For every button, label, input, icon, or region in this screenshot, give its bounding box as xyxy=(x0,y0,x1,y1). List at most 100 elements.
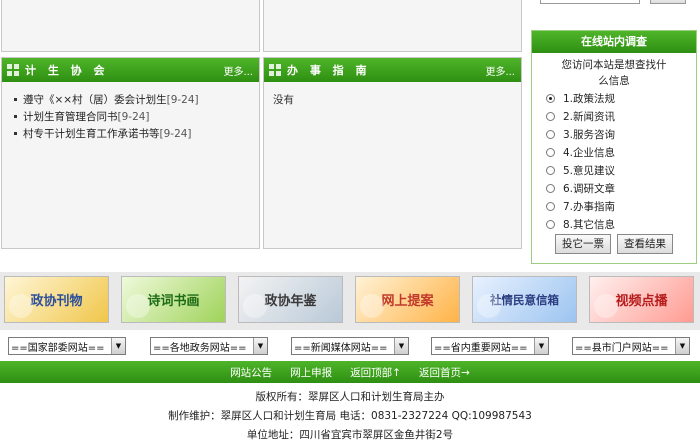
survey-option[interactable]: 2.新闻资讯 xyxy=(532,107,696,125)
banner-label: 视频点播 xyxy=(615,294,668,309)
brush-icon xyxy=(126,294,150,318)
chevron-down-icon[interactable]: ▼ xyxy=(534,338,548,354)
list-item-date: [9-24] xyxy=(117,111,150,123)
view-results-button[interactable]: 查看结果 xyxy=(617,234,673,254)
top-left-panel xyxy=(1,0,260,52)
banner-label: 网上提案 xyxy=(381,294,434,309)
banner-row: 政协刊物 诗词书画 政协年鉴 网上提案 社情民意信箱 视频点播 xyxy=(0,272,700,330)
select-value: ==国家部委网站== xyxy=(11,342,105,354)
survey-title: 在线站内调查 xyxy=(532,31,696,53)
select-news-media[interactable]: ==新闻媒体网站== ▼ xyxy=(291,337,409,355)
list-item-text[interactable]: 计划生育管理合同书 xyxy=(23,111,118,123)
select-value: ==省内重要网站== xyxy=(434,342,528,354)
footer-info: 版权所有：翠屏区人口和计划生育局主办 制作维护：翠屏区人口和计划生育局 电话：0… xyxy=(0,388,700,445)
footer-nav: 网站公告 网上申报 返回顶部↑ 返回首页→ xyxy=(0,361,700,383)
survey-question: 您访问本站是想查找什 么信息 xyxy=(532,53,696,89)
footer-link-home[interactable]: 返回首页→ xyxy=(419,365,470,380)
banner-shipin-dianbo[interactable]: 视频点播 xyxy=(589,276,694,323)
survey-options: 1.政策法规 2.新闻资讯 3.服务咨询 4.企业信息 5.意见建议 6.调研文… xyxy=(532,89,696,233)
grid-icon xyxy=(7,64,19,76)
select-value: ==新闻媒体网站== xyxy=(294,342,388,354)
survey-option[interactable]: 3.服务咨询 xyxy=(532,125,696,143)
chevron-down-icon[interactable]: ▼ xyxy=(394,338,408,354)
survey-option[interactable]: 7.办事指南 xyxy=(532,197,696,215)
list-item[interactable]: 计划生育管理合同书[9-24] xyxy=(10,109,251,126)
select-county-portals[interactable]: ==县市门户网站== ▼ xyxy=(572,337,690,355)
banner-label: 政协刊物 xyxy=(30,294,83,309)
radio-icon[interactable] xyxy=(546,219,555,229)
empty-message: 没有 xyxy=(273,94,294,106)
banner-shici-shuhua[interactable]: 诗词书画 xyxy=(121,276,226,323)
banner-label: 政协年鉴 xyxy=(264,294,317,309)
list-item-text[interactable]: 遵守《××村（居）委会计划生 xyxy=(23,94,167,106)
grid-icon xyxy=(269,64,281,76)
disc-icon xyxy=(243,294,267,318)
select-provincial[interactable]: ==省内重要网站== ▼ xyxy=(431,337,549,355)
paper-icon xyxy=(360,294,384,318)
chevron-down-icon[interactable]: ▼ xyxy=(253,338,267,354)
survey-option-label[interactable]: 5.意见建议 xyxy=(563,163,615,178)
camera-icon xyxy=(594,294,618,318)
banner-zhengxie-nianjian[interactable]: 政协年鉴 xyxy=(238,276,343,323)
survey-option-label[interactable]: 3.服务咨询 xyxy=(563,127,615,142)
select-value: ==县市门户网站== xyxy=(575,342,669,354)
radio-icon[interactable] xyxy=(546,183,555,193)
banshi-panel-title: 办 事 指 南 xyxy=(287,64,371,77)
survey-question-line2: 么信息 xyxy=(598,75,630,87)
survey-option[interactable]: 4.企业信息 xyxy=(532,143,696,161)
footer-link-online-apply[interactable]: 网上申报 xyxy=(290,365,332,380)
survey-option-label[interactable]: 2.新闻资讯 xyxy=(563,109,615,124)
bullet-icon xyxy=(14,97,17,101)
radio-icon[interactable] xyxy=(546,93,555,103)
list-item-text[interactable]: 村专干计划生育工作承诺书等 xyxy=(23,128,160,140)
search-button[interactable] xyxy=(650,0,686,4)
radio-icon[interactable] xyxy=(546,147,555,157)
search-input[interactable] xyxy=(540,0,640,4)
mailbox-icon xyxy=(477,294,501,318)
footer-link-announcement[interactable]: 网站公告 xyxy=(230,365,272,380)
top-middle-panel xyxy=(263,0,522,52)
chevron-down-icon[interactable]: ▼ xyxy=(111,338,125,354)
select-value: ==各地政务网站== xyxy=(153,342,247,354)
maintainer-text: 制作维护：翠屏区人口和计划生育局 电话：0831-2327224 QQ:1099… xyxy=(168,410,532,422)
survey-option-label[interactable]: 6.调研文章 xyxy=(563,181,615,196)
site-link-selects: ==国家部委网站== ▼ ==各地政务网站== ▼ ==新闻媒体网站== ▼ ==省内… xyxy=(0,337,700,355)
banshi-more-link[interactable]: 更多... xyxy=(485,63,515,78)
jisheng-panel-header: 计 生 协 会 更多... xyxy=(2,58,259,82)
survey-option[interactable]: 1.政策法规 xyxy=(532,89,696,107)
survey-option[interactable]: 6.调研文章 xyxy=(532,179,696,197)
select-local-gov[interactable]: ==各地政务网站== ▼ xyxy=(150,337,268,355)
footer-link-back-top[interactable]: 返回顶部↑ xyxy=(350,365,401,380)
banner-label: 诗词书画 xyxy=(147,294,200,309)
survey-option-label[interactable]: 7.办事指南 xyxy=(563,199,615,214)
list-item[interactable]: 遵守《××村（居）委会计划生[9-24] xyxy=(10,92,251,109)
copyright-text: 版权所有：翠屏区人口和计划生育局主办 xyxy=(255,391,445,403)
banner-sheqing-minyi[interactable]: 社情民意信箱 xyxy=(472,276,577,323)
list-item-date: [9-24] xyxy=(166,94,199,106)
bullet-icon xyxy=(14,131,17,135)
survey-question-line1: 您访问本站是想查找什 xyxy=(561,59,667,71)
radio-icon[interactable] xyxy=(546,165,555,175)
jisheng-news-list: 遵守《××村（居）委会计划生[9-24] 计划生育管理合同书[9-24] 村专干… xyxy=(10,92,251,143)
select-ministries[interactable]: ==国家部委网站== ▼ xyxy=(8,337,126,355)
radio-icon[interactable] xyxy=(546,111,555,121)
radio-icon[interactable] xyxy=(546,201,555,211)
survey-option-label[interactable]: 8.其它信息 xyxy=(563,217,615,232)
survey-option-label[interactable]: 1.政策法规 xyxy=(563,91,615,106)
survey-option-label[interactable]: 4.企业信息 xyxy=(563,145,615,160)
banner-zhengxie-kanwu[interactable]: 政协刊物 xyxy=(4,276,109,323)
bullet-icon xyxy=(14,114,17,118)
jisheng-more-link[interactable]: 更多... xyxy=(223,63,253,78)
banner-wangshang-tian[interactable]: 网上提案 xyxy=(355,276,460,323)
survey-option[interactable]: 8.其它信息 xyxy=(532,215,696,233)
list-item-date: [9-24] xyxy=(159,128,192,140)
radio-icon[interactable] xyxy=(546,129,555,139)
survey-option[interactable]: 5.意见建议 xyxy=(532,161,696,179)
vote-button[interactable]: 投它一票 xyxy=(555,234,611,254)
survey-panel: 在线站内调查 您访问本站是想查找什 么信息 1.政策法规 2.新闻资讯 3.服务… xyxy=(531,30,697,264)
chevron-down-icon[interactable]: ▼ xyxy=(675,338,689,354)
jisheng-panel-title: 计 生 协 会 xyxy=(25,64,109,77)
book-icon xyxy=(9,294,33,318)
list-item[interactable]: 村专干计划生育工作承诺书等[9-24] xyxy=(10,126,251,143)
jisheng-panel: 计 生 协 会 更多... 遵守《××村（居）委会计划生[9-24] 计划生育管… xyxy=(1,57,260,249)
